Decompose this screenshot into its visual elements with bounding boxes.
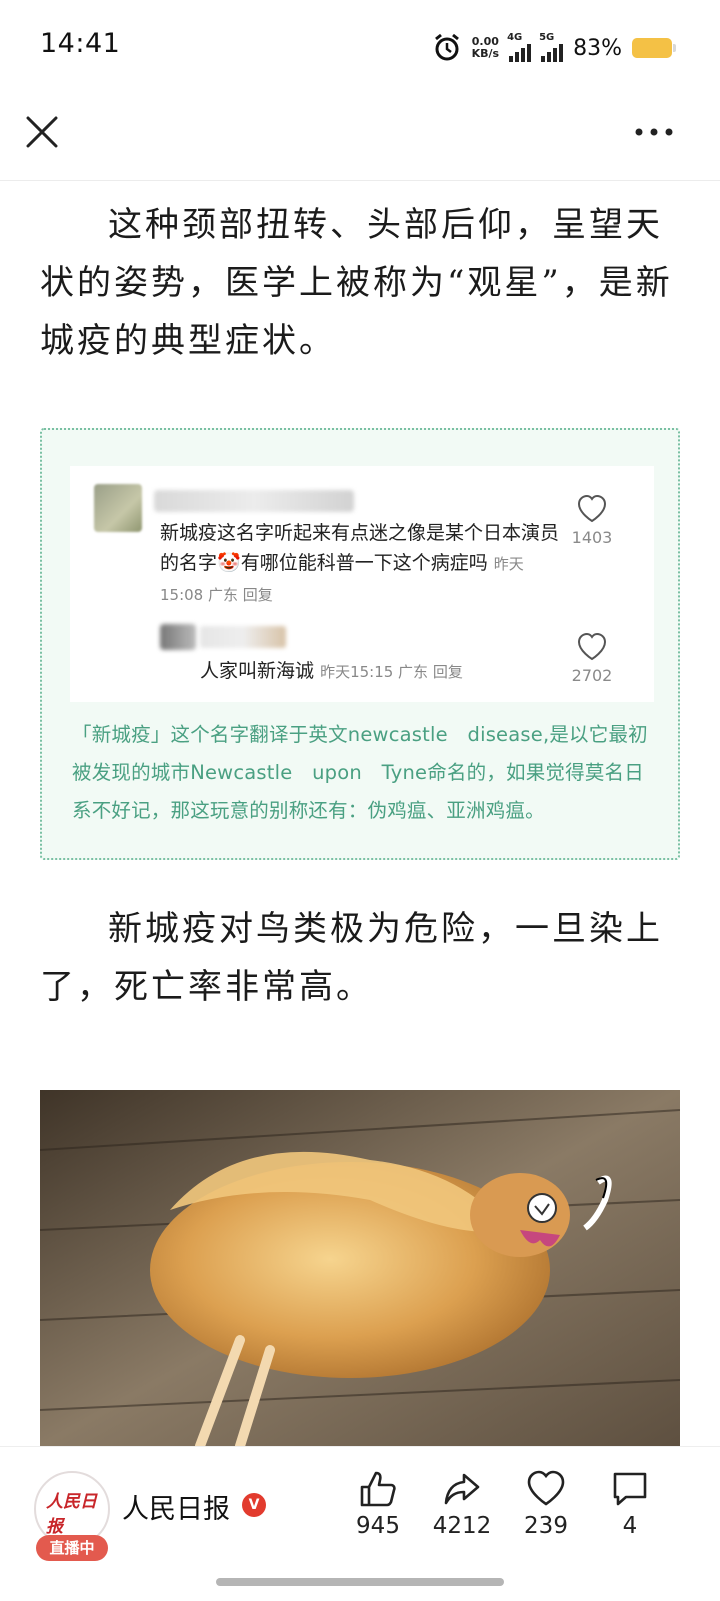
article-paragraph: 新城疫对鸟类极为危险，一旦染上了，死亡率非常高。 <box>40 909 663 1007</box>
live-badge[interactable]: 直播中 <box>36 1535 108 1561</box>
article-photo[interactable] <box>40 1090 680 1446</box>
comment-screenshot: 新城疫这名字听起来有点迷之像是某个日本演员的名字🤡有哪位能科普一下这个病症吗 昨… <box>70 466 654 702</box>
heart-icon <box>577 632 607 661</box>
like-button[interactable]: 945 <box>336 1469 420 1539</box>
heart-icon <box>577 494 607 523</box>
editor-note-box: 新城疫这名字听起来有点迷之像是某个日本演员的名字🤡有哪位能科普一下这个病症吗 昨… <box>40 428 680 860</box>
publisher-name[interactable]: 人民日报 <box>122 1487 230 1526</box>
article-paragraph: 这种颈部扭转、头部后仰，呈望天状的姿势，医学上被称为“观星”，是新城疫的典型症状… <box>40 205 673 361</box>
blurred-username <box>154 490 354 512</box>
network-speed: 0.00 KB/s <box>472 36 499 60</box>
heart-icon <box>527 1470 565 1506</box>
signal-4g-label: 4G <box>507 32 523 43</box>
favorite-button[interactable]: 239 <box>504 1469 588 1539</box>
sick-chicken-image <box>40 1090 680 1446</box>
comment-text: 新城疫这名字听起来有点迷之像是某个日本演员的名字🤡有哪位能科普一下这个病症吗 昨… <box>160 518 560 610</box>
blurred-username <box>200 626 286 648</box>
battery-percent: 83% <box>573 35 622 61</box>
share-icon <box>444 1473 480 1505</box>
reply-like-count: 2702 <box>571 666 613 685</box>
comment-icon <box>613 1472 647 1506</box>
network-speed-unit: KB/s <box>471 47 500 60</box>
signal-5g-label: 5G <box>539 32 555 43</box>
like-count: 945 <box>356 1513 400 1539</box>
reply-meta: 昨天15:15 广东 回复 <box>320 663 463 681</box>
avatar <box>94 484 142 532</box>
editor-note-text: 「新城疫」这个名字翻译于英文newcastle disease,是以它最初被发现… <box>72 723 648 822</box>
status-time: 14:41 <box>40 28 121 59</box>
status-icons: 0.00 KB/s 4G 5G 83% <box>432 30 676 66</box>
signal-5g-icon: 5G <box>539 32 564 62</box>
comment-button[interactable]: 4 <box>588 1469 672 1539</box>
reply-text: 人家叫新海诚 昨天15:15 广东 回复 <box>200 656 463 683</box>
thumbs-up-icon <box>360 1471 396 1507</box>
favorite-count: 239 <box>524 1513 568 1539</box>
comment-body-continued: 有哪位能科普一下这个病症吗 <box>240 552 488 574</box>
share-count: 4212 <box>432 1513 492 1539</box>
publisher-logo-text: 人民日报 <box>46 1492 97 1537</box>
share-button[interactable]: 4212 <box>420 1469 504 1539</box>
top-nav <box>0 96 720 181</box>
avatar <box>160 624 196 650</box>
home-indicator[interactable] <box>216 1578 504 1586</box>
alarm-icon <box>434 33 459 61</box>
clown-emoji: 🤡 <box>217 552 241 574</box>
comment-like-count: 1403 <box>571 528 613 547</box>
comment-count: 4 <box>622 1513 638 1539</box>
signal-4g-icon: 4G <box>507 32 532 62</box>
battery-icon <box>632 38 676 58</box>
more-icon[interactable] <box>634 122 674 142</box>
verified-badge: V <box>242 1493 266 1517</box>
close-icon[interactable] <box>22 112 62 152</box>
reply-body: 人家叫新海诚 <box>200 660 315 682</box>
status-bar: 14:41 0.00 KB/s 4G 5G 83% <box>0 0 720 96</box>
